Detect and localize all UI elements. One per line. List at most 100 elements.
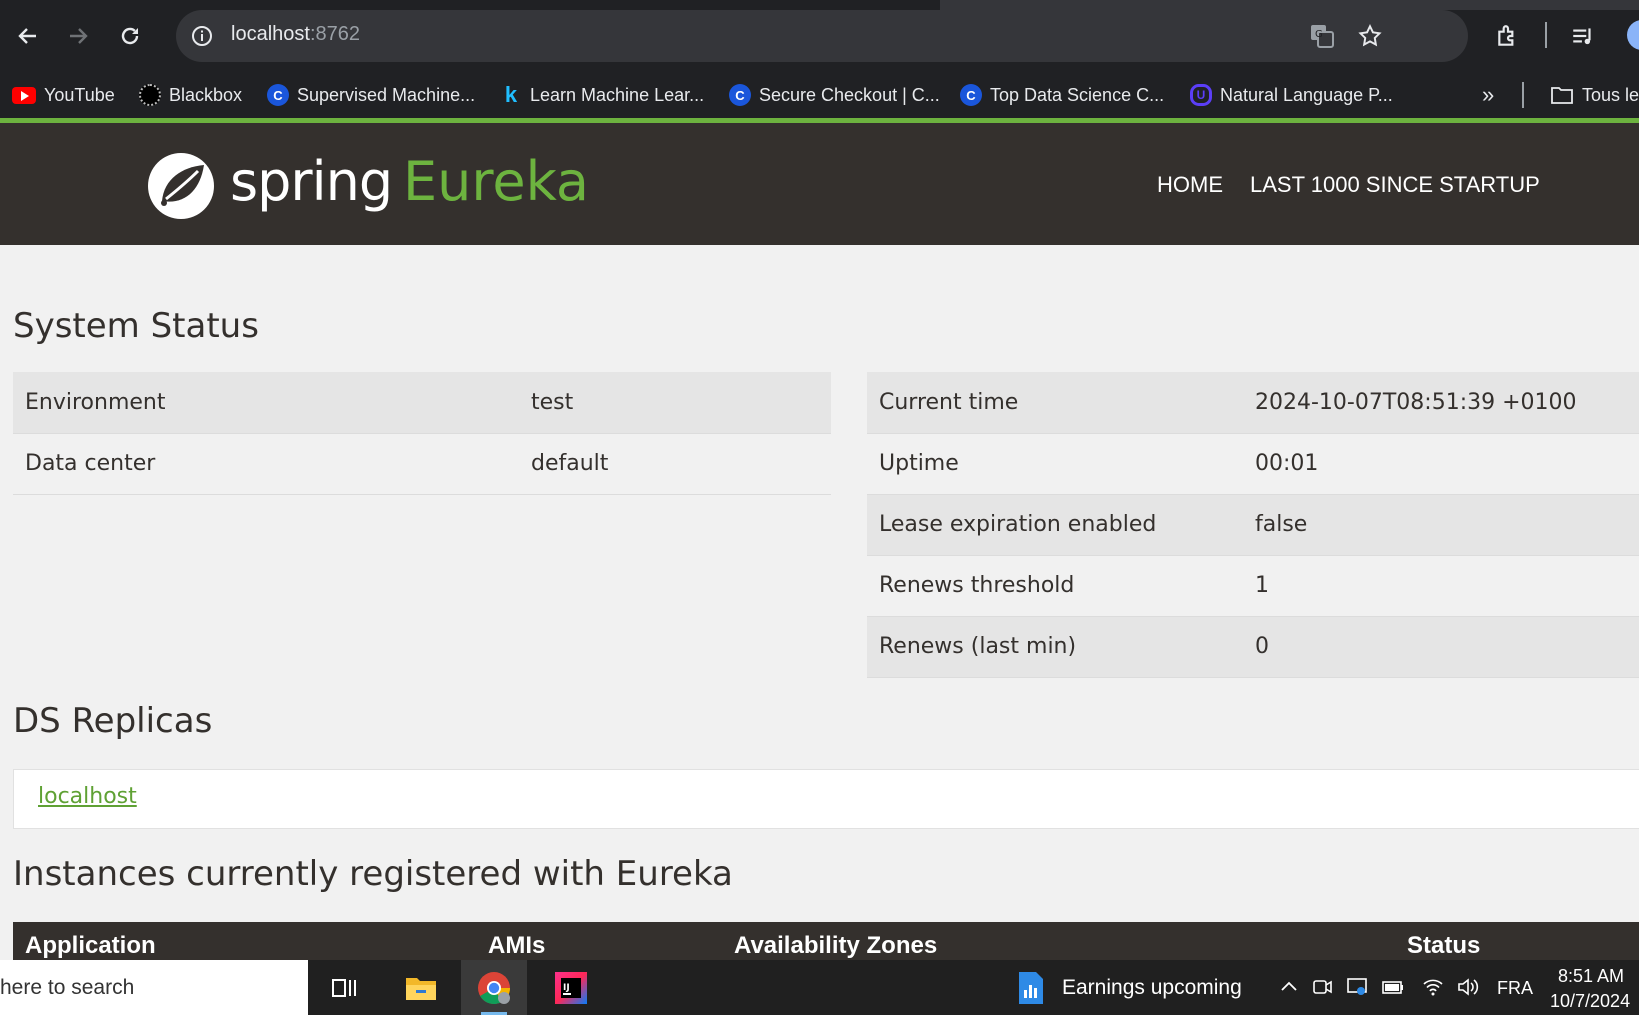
bookmark-label: Natural Language P...: [1220, 84, 1393, 105]
system-status-title: System Status: [13, 306, 259, 346]
url-text[interactable]: localhost:8762: [231, 23, 360, 46]
news-widget-icon[interactable]: [1016, 970, 1046, 1010]
row-label: Data center: [13, 433, 519, 495]
windows-taskbar: here to search IJ Earnings upcoming FRA …: [0, 960, 1639, 1015]
coursera-icon: C: [960, 84, 982, 106]
volume-icon[interactable]: [1456, 975, 1480, 999]
nav-last-1000-link[interactable]: LAST 1000 SINCE STARTUP: [1250, 172, 1540, 198]
table-row: Lease expiration enabled false: [867, 494, 1639, 556]
row-value: default: [519, 433, 831, 495]
row-label: Current time: [867, 372, 1243, 434]
blackbox-icon: [139, 84, 161, 106]
row-label: Lease expiration enabled: [867, 494, 1243, 556]
bookmark-label: YouTube: [44, 84, 115, 105]
table-row: Data center default: [13, 433, 831, 495]
more-bookmarks-button[interactable]: »: [1482, 80, 1494, 110]
intellij-taskbar-button[interactable]: IJ: [538, 960, 604, 1015]
back-arrow-icon: [18, 28, 36, 44]
display-sync-icon[interactable]: [1345, 975, 1369, 999]
all-bookmarks-folder[interactable]: Tous le: [1550, 80, 1639, 110]
row-value: false: [1243, 494, 1639, 556]
wifi-icon[interactable]: [1421, 975, 1445, 999]
row-value: 00:01: [1243, 433, 1639, 495]
table-row: Renews (last min) 0: [867, 616, 1639, 678]
all-bookmarks-label: Tous le: [1582, 84, 1639, 105]
bookmark-label: Supervised Machine...: [297, 84, 476, 105]
tab-strip: [940, 0, 1639, 10]
ds-replicas-title: DS Replicas: [13, 701, 213, 741]
language-indicator[interactable]: FRA: [1497, 978, 1533, 999]
row-label: Uptime: [867, 433, 1243, 495]
coursera-icon: C: [267, 84, 289, 106]
logo-spring-text: spring: [230, 150, 393, 213]
table-row: Environment test: [13, 372, 831, 434]
column-header-availability-zones: Availability Zones: [734, 932, 938, 959]
file-explorer-button[interactable]: [388, 960, 454, 1015]
coursera-icon: C: [729, 84, 751, 106]
row-value: 2024-10-07T08:51:39 +0100: [1243, 372, 1639, 434]
folder-icon: [406, 977, 436, 1000]
svg-text:G: G: [1315, 29, 1323, 40]
bookmark-label: Blackbox: [169, 84, 243, 105]
bookmark-label: Top Data Science C...: [990, 84, 1165, 105]
folder-icon: [1551, 87, 1573, 104]
camera-icon[interactable]: [1310, 975, 1334, 999]
kaggle-icon: k: [504, 82, 518, 107]
replica-link-localhost[interactable]: localhost: [38, 784, 137, 809]
bookmarks-bar: YouTube Blackbox C Supervised Machine...…: [0, 74, 1639, 116]
profile-avatar[interactable]: [1627, 20, 1639, 50]
row-label: Renews (last min): [867, 616, 1243, 678]
bookmark-blackbox[interactable]: Blackbox: [139, 80, 242, 110]
chevron-up-icon[interactable]: [1277, 975, 1301, 999]
bookmark-youtube[interactable]: YouTube: [12, 80, 115, 110]
url-port: :8762: [309, 23, 360, 45]
table-row: Uptime 00:01: [867, 433, 1639, 495]
table-row: Renews threshold 1: [867, 555, 1639, 617]
forward-button[interactable]: [60, 18, 96, 54]
bookmarks-divider: [1522, 82, 1524, 108]
bookmark-nlp[interactable]: U Natural Language P...: [1190, 80, 1393, 110]
bookmark-top-data-science[interactable]: C Top Data Science C...: [960, 80, 1164, 110]
table-row: Current time 2024-10-07T08:51:39 +0100: [867, 372, 1639, 434]
bookmark-supervised-ml[interactable]: C Supervised Machine...: [267, 80, 475, 110]
clock-date[interactable]: 10/7/2024: [1550, 991, 1630, 1012]
url-host: localhost: [231, 23, 310, 45]
logo-eureka-text: Eureka: [403, 150, 589, 213]
column-header-status: Status: [1407, 932, 1481, 959]
forward-arrow-icon: [70, 28, 88, 44]
translate-icon[interactable]: G: [1308, 22, 1336, 50]
widget-earnings-text[interactable]: Earnings upcoming: [1062, 976, 1242, 1000]
browser-chrome: localhost:8762 G YouTube Blackbox C Supe…: [0, 0, 1639, 123]
instances-table-header: Application AMIs Availability Zones Stat…: [13, 922, 1639, 964]
column-header-amis: AMIs: [488, 932, 546, 959]
extensions-icon[interactable]: [1490, 18, 1526, 54]
replicas-list: localhost: [13, 769, 1639, 829]
taskbar-search-box[interactable]: here to search: [0, 960, 308, 1015]
instances-title: Instances currently registered with Eure…: [13, 854, 733, 894]
row-value: 0: [1243, 616, 1639, 678]
clock-time[interactable]: 8:51 AM: [1558, 966, 1624, 987]
back-button[interactable]: [10, 18, 46, 54]
task-view-button[interactable]: [311, 960, 377, 1015]
spring-leaf-logo-icon: [146, 151, 216, 225]
row-label: Renews threshold: [867, 555, 1243, 617]
site-info-icon[interactable]: [190, 24, 214, 52]
intellij-icon: IJ: [555, 971, 587, 1004]
bookmark-label: Secure Checkout | C...: [759, 84, 940, 105]
reload-button[interactable]: [112, 18, 148, 54]
bookmark-learn-ml[interactable]: k Learn Machine Lear...: [500, 80, 704, 110]
udemy-icon: U: [1190, 84, 1212, 106]
address-bar[interactable]: localhost:8762 G: [176, 10, 1468, 62]
bookmark-secure-checkout[interactable]: C Secure Checkout | C...: [729, 80, 940, 110]
battery-icon[interactable]: [1381, 975, 1405, 999]
chrome-icon: [478, 971, 511, 1004]
system-status-right-table: Current time 2024-10-07T08:51:39 +0100 U…: [867, 372, 1639, 678]
bookmark-star-icon[interactable]: [1356, 22, 1384, 50]
row-label: Environment: [13, 372, 519, 434]
nav-home-link[interactable]: HOME: [1157, 172, 1223, 198]
chevron-double-right-icon: »: [1482, 82, 1495, 107]
media-control-icon[interactable]: [1565, 18, 1601, 54]
task-view-icon: [332, 978, 356, 997]
toolbar-divider: [1545, 22, 1547, 48]
chrome-taskbar-button[interactable]: [461, 960, 527, 1015]
